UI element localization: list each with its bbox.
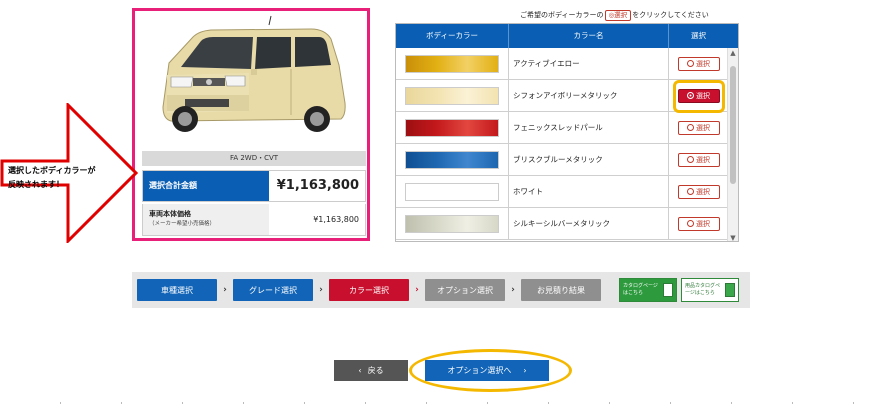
swatch-cell	[396, 80, 509, 111]
color-name: ブリスクブルーメタリック	[509, 144, 669, 175]
select-button-active-yellow[interactable]: 選択	[677, 56, 720, 71]
select-button-silky-silver[interactable]: 選択	[677, 216, 720, 231]
page: FA 2WD・CVT 選択合計金額 ¥1,163,800 車両本体価格 （メーカ…	[0, 0, 884, 404]
color-name: シフォンアイボリーメタリック	[509, 80, 669, 111]
color-name: ホワイト	[509, 176, 669, 207]
color-swatch	[405, 182, 499, 201]
swatch-cell	[396, 112, 509, 143]
select-button-white[interactable]: 選択	[677, 184, 720, 199]
table-row: シフォンアイボリーメタリック 選択	[396, 80, 738, 113]
select-label: 選択	[696, 59, 710, 68]
table-row: アクティブイエロー 選択	[396, 48, 738, 80]
table-row: ホワイト 選択	[396, 176, 738, 208]
select-label: 選択	[696, 187, 710, 196]
color-name: シルキーシルバーメタリック	[509, 208, 669, 239]
select-label: 選択	[696, 155, 710, 164]
base-price-label-main: 車両本体価格	[149, 210, 191, 218]
select-button-brisk-blue[interactable]: 選択	[677, 152, 720, 167]
callout-text: 選択したボディカラーが 反映されます！	[8, 164, 130, 192]
book-icon	[725, 283, 735, 297]
chevron-left-icon: ‹	[358, 366, 362, 375]
color-name: フェニックスレッドパール	[509, 112, 669, 143]
color-swatch	[405, 214, 499, 233]
scroll-thumb[interactable]	[730, 66, 736, 184]
color-swatch	[405, 118, 499, 137]
step-navigation: 車種選択 › グレード選択 › カラー選択 › オプション選択 › お見積り結果…	[132, 272, 750, 308]
car-image	[162, 15, 346, 132]
grade-label: FA 2WD・CVT	[142, 151, 366, 166]
radio-icon	[687, 220, 694, 227]
step-car-select[interactable]: 車種選択	[137, 279, 217, 301]
table-scrollbar[interactable]: ▲ ▼	[727, 48, 738, 241]
base-price-label-sub: （メーカー希望小売価格）	[149, 221, 216, 227]
select-cell: 選択	[669, 80, 728, 113]
base-price-value: ¥1,163,800	[313, 215, 359, 224]
instruction-select-chip: ◎選択	[604, 10, 632, 21]
accessory-catalog-button[interactable]: 用品カタログページはこちら	[681, 278, 739, 302]
back-label: 戻る	[367, 366, 384, 375]
table-row: フェニックスレッドパール 選択	[396, 112, 738, 144]
select-label: 選択	[696, 123, 710, 132]
radio-icon	[687, 60, 694, 67]
total-price-row: 選択合計金額 ¥1,163,800	[142, 170, 366, 202]
select-cell: 選択	[669, 144, 728, 175]
instruction-prefix: ご希望のボディーカラーの	[520, 11, 604, 19]
color-name: アクティブイエロー	[509, 48, 669, 79]
table-header: ボディーカラー カラー名 選択	[396, 24, 738, 48]
catalog-page-button[interactable]: カタログページはこちら	[619, 278, 677, 302]
scroll-up-icon[interactable]: ▲	[728, 48, 738, 58]
selection-highlight-ring	[673, 80, 725, 113]
select-button-phoenix-red[interactable]: 選択	[677, 120, 720, 135]
table-row: シルキーシルバーメタリック 選択	[396, 208, 738, 240]
callout-line-1: 選択したボディカラーが	[8, 166, 96, 175]
base-price-row: 車両本体価格 （メーカー希望小売価格） ¥1,163,800	[142, 204, 366, 236]
select-cell: 選択	[669, 48, 728, 79]
table-row: ブリスクブルーメタリック 選択	[396, 144, 738, 176]
header-body-color: ボディーカラー	[396, 24, 509, 48]
car-summary-panel: FA 2WD・CVT 選択合計金額 ¥1,163,800 車両本体価格 （メーカ…	[132, 8, 370, 241]
table-body: アクティブイエロー 選択 シフォンアイボリーメタリック 選択 フェニックスレッド…	[396, 48, 738, 241]
step-separator-icon: ›	[223, 285, 227, 295]
step-grade-select[interactable]: グレード選択	[233, 279, 313, 301]
swatch-cell	[396, 176, 509, 207]
step-separator-icon: ›	[511, 285, 515, 295]
back-button[interactable]: ‹ 戻る	[334, 360, 408, 381]
callout-line-2: 反映されます！	[8, 180, 64, 189]
catalog-text: カタログページはこちら	[623, 283, 658, 296]
swatch-cell	[396, 144, 509, 175]
radio-icon	[687, 188, 694, 195]
step-estimate-result: お見積り結果	[521, 279, 601, 301]
total-price-value: ¥1,163,800	[276, 178, 359, 193]
step-separator-icon: ›	[415, 285, 419, 295]
color-swatch	[405, 150, 499, 169]
color-swatch	[405, 86, 499, 105]
color-table: ボディーカラー カラー名 選択 アクティブイエロー 選択 シフォンアイボリーメタ…	[395, 23, 739, 242]
scroll-down-icon[interactable]: ▼	[728, 233, 738, 241]
radio-icon	[687, 156, 694, 163]
select-cell: 選択	[669, 176, 728, 207]
select-cell: 選択	[669, 112, 728, 143]
swatch-cell	[396, 48, 509, 79]
book-icon	[663, 283, 673, 297]
base-price-label: 車両本体価格 （メーカー希望小売価格）	[143, 204, 269, 235]
header-select: 選択	[691, 31, 706, 40]
select-cell: 選択	[669, 208, 728, 239]
step-option-select: オプション選択	[425, 279, 505, 301]
accessory-catalog-text: 用品カタログページはこちら	[685, 283, 721, 296]
header-color-name: カラー名	[509, 24, 669, 48]
instruction-suffix: をクリックしてください	[632, 11, 709, 19]
radio-icon	[687, 124, 694, 131]
color-instruction: ご希望のボディーカラーの ◎選択 をクリックしてください	[520, 10, 709, 21]
step-separator-icon: ›	[319, 285, 323, 295]
color-swatch	[405, 54, 499, 73]
swatch-cell	[396, 208, 509, 239]
total-price-label: 選択合計金額	[143, 171, 269, 201]
select-label: 選択	[696, 219, 710, 228]
step-color-select[interactable]: カラー選択	[329, 279, 409, 301]
next-highlight-ring	[409, 349, 572, 392]
